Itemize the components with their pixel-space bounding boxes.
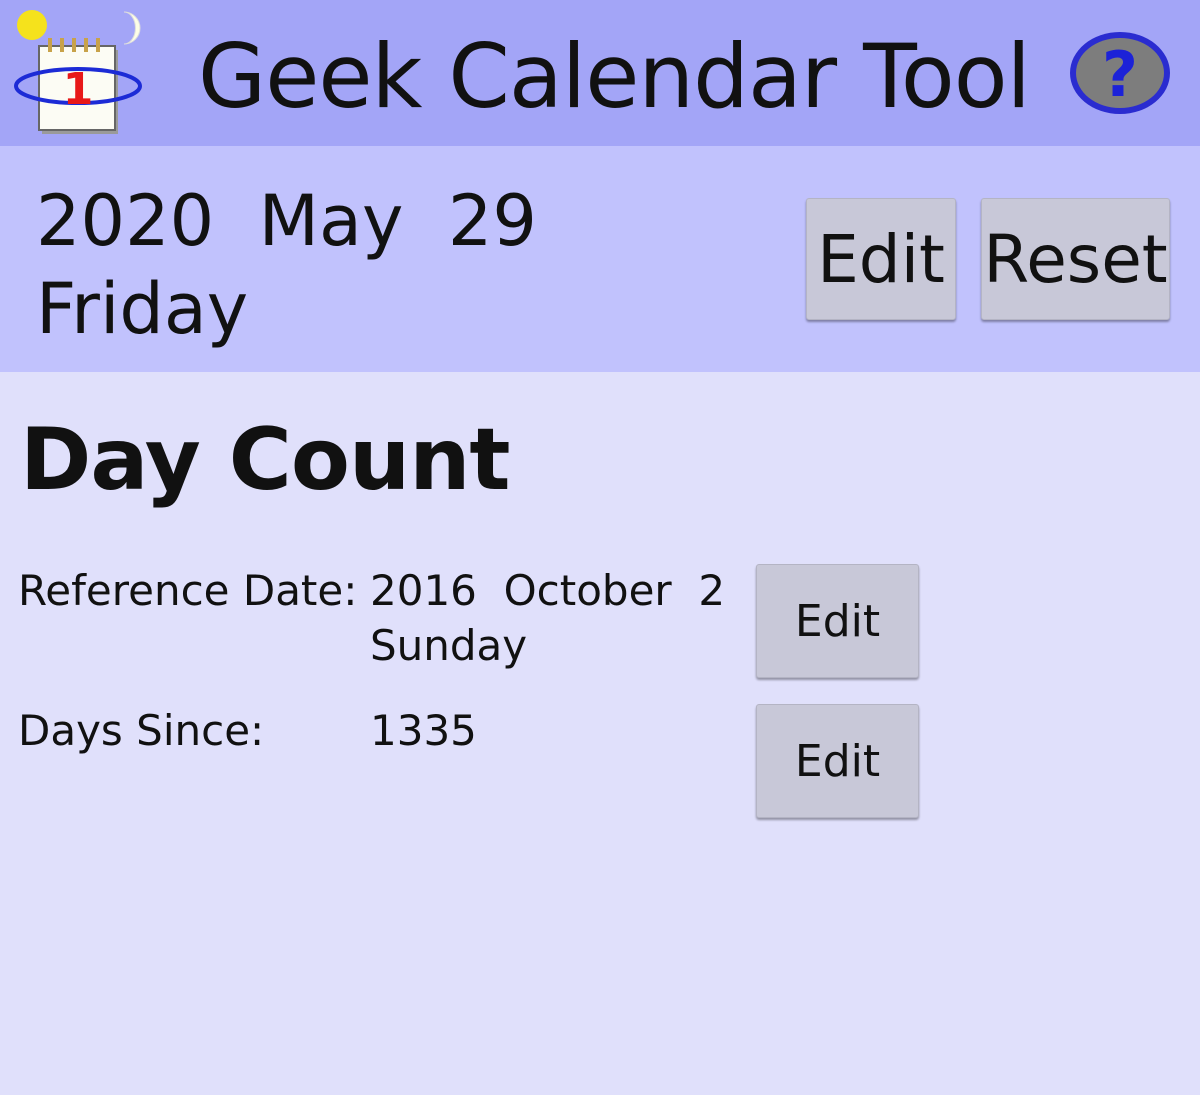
calendar-day-icon: 1 <box>12 6 148 140</box>
reference-weekday-value: Sunday <box>370 621 528 670</box>
app-title: Geek Calendar Tool <box>198 25 1031 128</box>
app-header: 1 Geek Calendar Tool ? <box>0 0 1200 146</box>
question-mark-icon: ? <box>1070 32 1170 114</box>
app-root: 1 Geek Calendar Tool ? 2020 May 29 Frida… <box>0 0 1200 1095</box>
reset-date-button[interactable]: Reset <box>981 198 1170 320</box>
edit-date-button[interactable]: Edit <box>806 198 956 320</box>
help-button[interactable]: ? <box>1068 30 1172 116</box>
days-since-value: 1335 <box>370 706 477 755</box>
svg-text:?: ? <box>1102 38 1138 111</box>
reference-date-value: 2016 October 2 <box>370 566 726 615</box>
current-weekday: Friday <box>36 268 249 350</box>
section-title: Day Count <box>20 410 511 510</box>
edit-days-since-button[interactable]: Edit <box>756 704 919 818</box>
current-date: 2020 May 29 <box>36 180 537 262</box>
svg-text:1: 1 <box>63 64 94 115</box>
reference-date-label: Reference Date: <box>18 566 358 615</box>
days-since-label: Days Since: <box>18 706 265 755</box>
edit-reference-date-button[interactable]: Edit <box>756 564 919 678</box>
